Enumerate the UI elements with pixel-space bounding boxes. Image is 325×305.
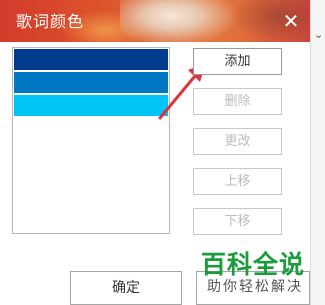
move-up-button[interactable]: 上移 <box>193 168 282 195</box>
background-window-edge <box>310 0 325 305</box>
color-swatch-item[interactable] <box>14 95 168 116</box>
change-button[interactable]: 更改 <box>193 128 282 155</box>
close-button[interactable]: ✕ <box>278 8 304 34</box>
background-window-chevron-icon: ⌄ <box>314 28 324 41</box>
delete-button[interactable]: 删除 <box>193 88 282 115</box>
title-bar: 歌词颜色 ✕ <box>0 0 310 42</box>
close-icon: ✕ <box>282 9 300 33</box>
window-title: 歌词颜色 <box>16 12 85 31</box>
lyric-color-list[interactable] <box>12 47 170 234</box>
move-down-button[interactable]: 下移 <box>193 208 282 235</box>
color-swatch-item[interactable] <box>14 72 168 93</box>
ok-button[interactable]: 确定 <box>70 271 182 305</box>
watermark-subtitle: 助你轻松解决 <box>207 279 303 295</box>
color-swatch-item[interactable] <box>14 49 168 70</box>
add-button[interactable]: 添加 <box>193 48 282 75</box>
